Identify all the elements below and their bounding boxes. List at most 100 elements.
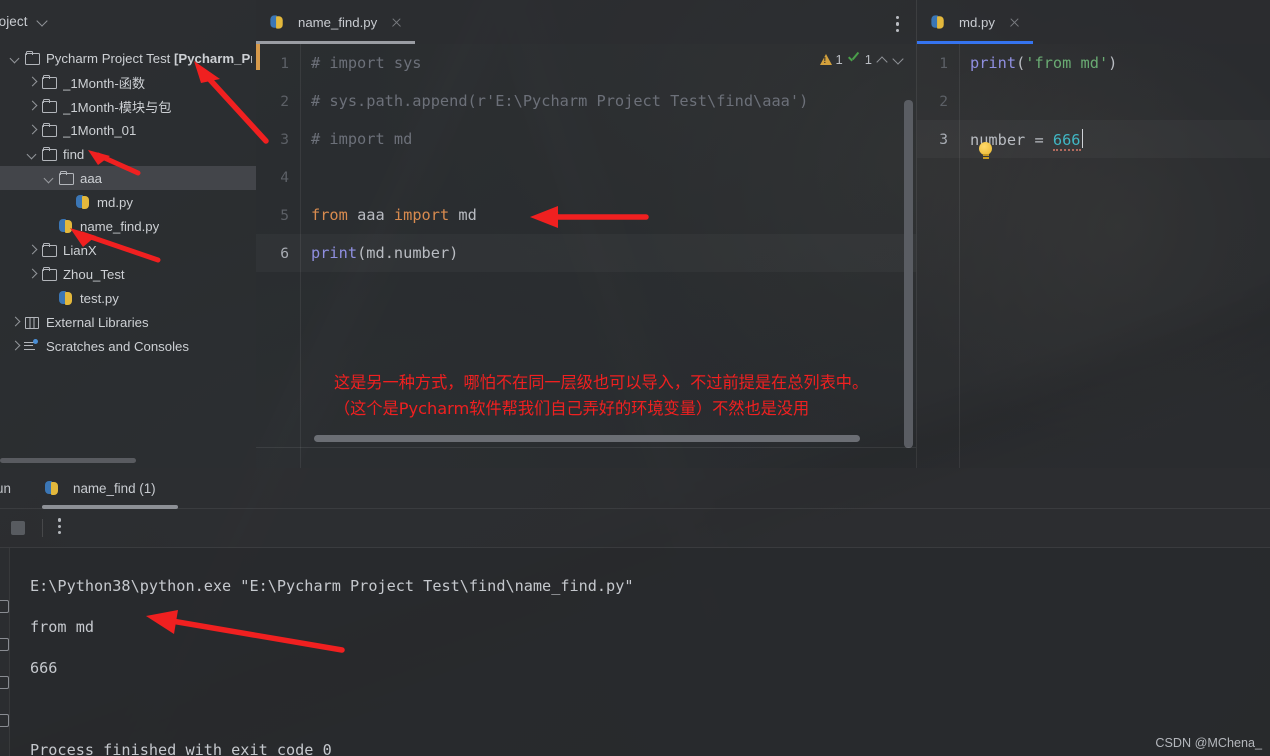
- line-number: 1: [280, 54, 289, 72]
- tree-item-zhou-test[interactable]: Zhou_Test: [0, 262, 256, 286]
- line-number: 3: [280, 130, 289, 148]
- python-file-icon: [269, 14, 285, 29]
- print-icon[interactable]: [0, 600, 9, 613]
- tree-item-1month[interactable]: _1Month-函数: [0, 70, 256, 94]
- next-problem-icon[interactable]: [892, 54, 904, 66]
- code-text: # import sys: [300, 54, 422, 72]
- code-token: # sys.path.append(r'E:\Pycharm Project T…: [311, 92, 809, 110]
- editor-vertical-scrollbar[interactable]: [904, 100, 913, 448]
- code-text: print(md.number): [300, 244, 458, 262]
- code-text: # import md: [300, 130, 412, 148]
- close-icon[interactable]: [390, 16, 403, 29]
- run-options-icon[interactable]: [58, 518, 62, 537]
- tree-item-label: LianX: [63, 242, 97, 258]
- tree-item-1month[interactable]: _1Month-模块与包: [0, 94, 256, 118]
- stop-icon[interactable]: [11, 521, 25, 535]
- tree-item-test-py[interactable]: test.py: [0, 286, 256, 310]
- chevron-down-icon[interactable]: [37, 15, 49, 27]
- tree-item-aaa[interactable]: aaa: [0, 166, 256, 190]
- tab-label: md.py: [959, 14, 995, 30]
- chevron-down-icon[interactable]: [42, 171, 56, 185]
- folder-icon: [41, 266, 58, 282]
- ok-count: 1: [864, 52, 872, 67]
- tab-md-py[interactable]: md.py: [917, 0, 1033, 44]
- console-output[interactable]: E:\Python38\python.exe "E:\Pycharm Proje…: [9, 548, 1270, 756]
- code-line[interactable]: 4: [256, 158, 916, 196]
- code-area-main[interactable]: 1 # import sys 2 # sys.path.append(r'E:\Pyc…: [256, 44, 916, 468]
- annotation-line-1: 这是另一种方式，哪怕不在同一层级也可以导入，不过前提是在总列表中。: [334, 373, 869, 392]
- scroll-end-icon[interactable]: [0, 638, 9, 651]
- sidebar-horizontal-scrollbar[interactable]: [0, 458, 136, 463]
- tree-item-label: md.py: [97, 194, 133, 210]
- tree-item-find[interactable]: find: [0, 142, 256, 166]
- tab-label: name_find.py: [298, 14, 378, 30]
- chevron-right-icon[interactable]: [25, 99, 39, 113]
- run-tabbar: un name_find (1): [0, 468, 1270, 509]
- tree-item-pycharm-project-test[interactable]: Pycharm Project Test [Pycharm_Proj: [0, 46, 256, 70]
- chevron-right-icon[interactable]: [25, 75, 39, 89]
- tree-item-scratches-and-consoles[interactable]: Scratches and Consoles: [0, 334, 256, 358]
- line-number: 6: [280, 244, 289, 262]
- chevron-right-icon[interactable]: [25, 267, 39, 281]
- tree-item-lianx[interactable]: LianX: [0, 238, 256, 262]
- line-number: 5: [280, 206, 289, 224]
- code-line[interactable]: 6 print(md.number): [256, 234, 916, 272]
- tab-name-find-py[interactable]: name_find.py: [256, 0, 416, 44]
- tree-item-label: _1Month-模块与包: [63, 99, 172, 115]
- console-line: from md: [30, 618, 95, 636]
- code-token: print: [311, 244, 358, 262]
- code-text: print('from md'): [959, 54, 1117, 72]
- line-number: 4: [280, 168, 289, 186]
- code-area-right[interactable]: 1 print('from md') 2 3 number = 666: [917, 44, 1270, 468]
- folder-icon: [24, 50, 41, 66]
- chevron-right-icon[interactable]: [8, 315, 22, 329]
- watermark: CSDN @MChena_: [1155, 736, 1262, 750]
- code-line[interactable]: 2: [917, 82, 1270, 120]
- chevron-right-icon[interactable]: [8, 339, 22, 353]
- code-line[interactable]: 1 # import sys: [256, 44, 916, 82]
- editor-bottom-divider: [256, 447, 916, 448]
- tree-item-md-py[interactable]: md.py: [0, 190, 256, 214]
- editor-options-icon[interactable]: [896, 16, 900, 32]
- tree-item-label: Scratches and Consoles: [46, 338, 189, 354]
- code-token: # import md: [311, 130, 413, 148]
- code-token: ): [1108, 54, 1118, 72]
- project-tree[interactable]: Pycharm Project Test [Pycharm_Proj _1Mont…: [0, 42, 256, 358]
- intention-bulb-icon[interactable]: [979, 142, 992, 159]
- tree-item-external-libraries[interactable]: External Libraries: [0, 310, 256, 334]
- code-line[interactable]: 1 print('from md'): [917, 44, 1270, 82]
- tree-item-1month-01[interactable]: _1Month_01: [0, 118, 256, 142]
- folder-icon: [41, 74, 58, 90]
- code-line[interactable]: 5 from aaa import md: [256, 196, 916, 234]
- run-toolbar: [0, 509, 1270, 548]
- code-token: import: [393, 206, 459, 224]
- code-line[interactable]: 2 # sys.path.append(r'E:\Pycharm Project …: [256, 82, 916, 120]
- inspection-widget[interactable]: 1 1: [819, 52, 904, 67]
- close-icon[interactable]: [1008, 16, 1021, 29]
- line-number: 2: [280, 92, 289, 110]
- run-tab-name-find[interactable]: name_find (1): [38, 468, 178, 509]
- clear-all-icon[interactable]: [0, 714, 9, 727]
- code-line[interactable]: 3 # import md: [256, 120, 916, 158]
- chevron-down-icon[interactable]: [8, 51, 22, 65]
- project-tool-window-header[interactable]: roject: [0, 0, 256, 42]
- python-file-icon: [58, 218, 75, 234]
- editor-horizontal-scrollbar[interactable]: [314, 435, 860, 442]
- chevron-down-icon[interactable]: [25, 147, 39, 161]
- tree-item-label: _1Month-函数: [63, 75, 146, 91]
- previous-problem-icon[interactable]: [876, 54, 888, 66]
- soft-wrap-icon[interactable]: [0, 676, 9, 689]
- warning-icon: [819, 54, 832, 65]
- editor-name-find: name_find.py 1 # import sys 2 # sys.path.ap…: [256, 0, 916, 468]
- annotation-line-2: （这个是Pycharm软件帮我们自己弄好的环境变量）不然也是没用: [334, 399, 810, 418]
- console-line: 666: [30, 659, 58, 677]
- chevron-right-icon[interactable]: [25, 123, 39, 137]
- tree-item-name-find-py[interactable]: name_find.py: [0, 214, 256, 238]
- code-line[interactable]: 3 number = 666: [917, 120, 1270, 158]
- folder-icon: [41, 98, 58, 114]
- run-tool-window: un name_find (1) E:\Python38\python.exe …: [0, 468, 1270, 756]
- chevron-right-icon[interactable]: [25, 243, 39, 257]
